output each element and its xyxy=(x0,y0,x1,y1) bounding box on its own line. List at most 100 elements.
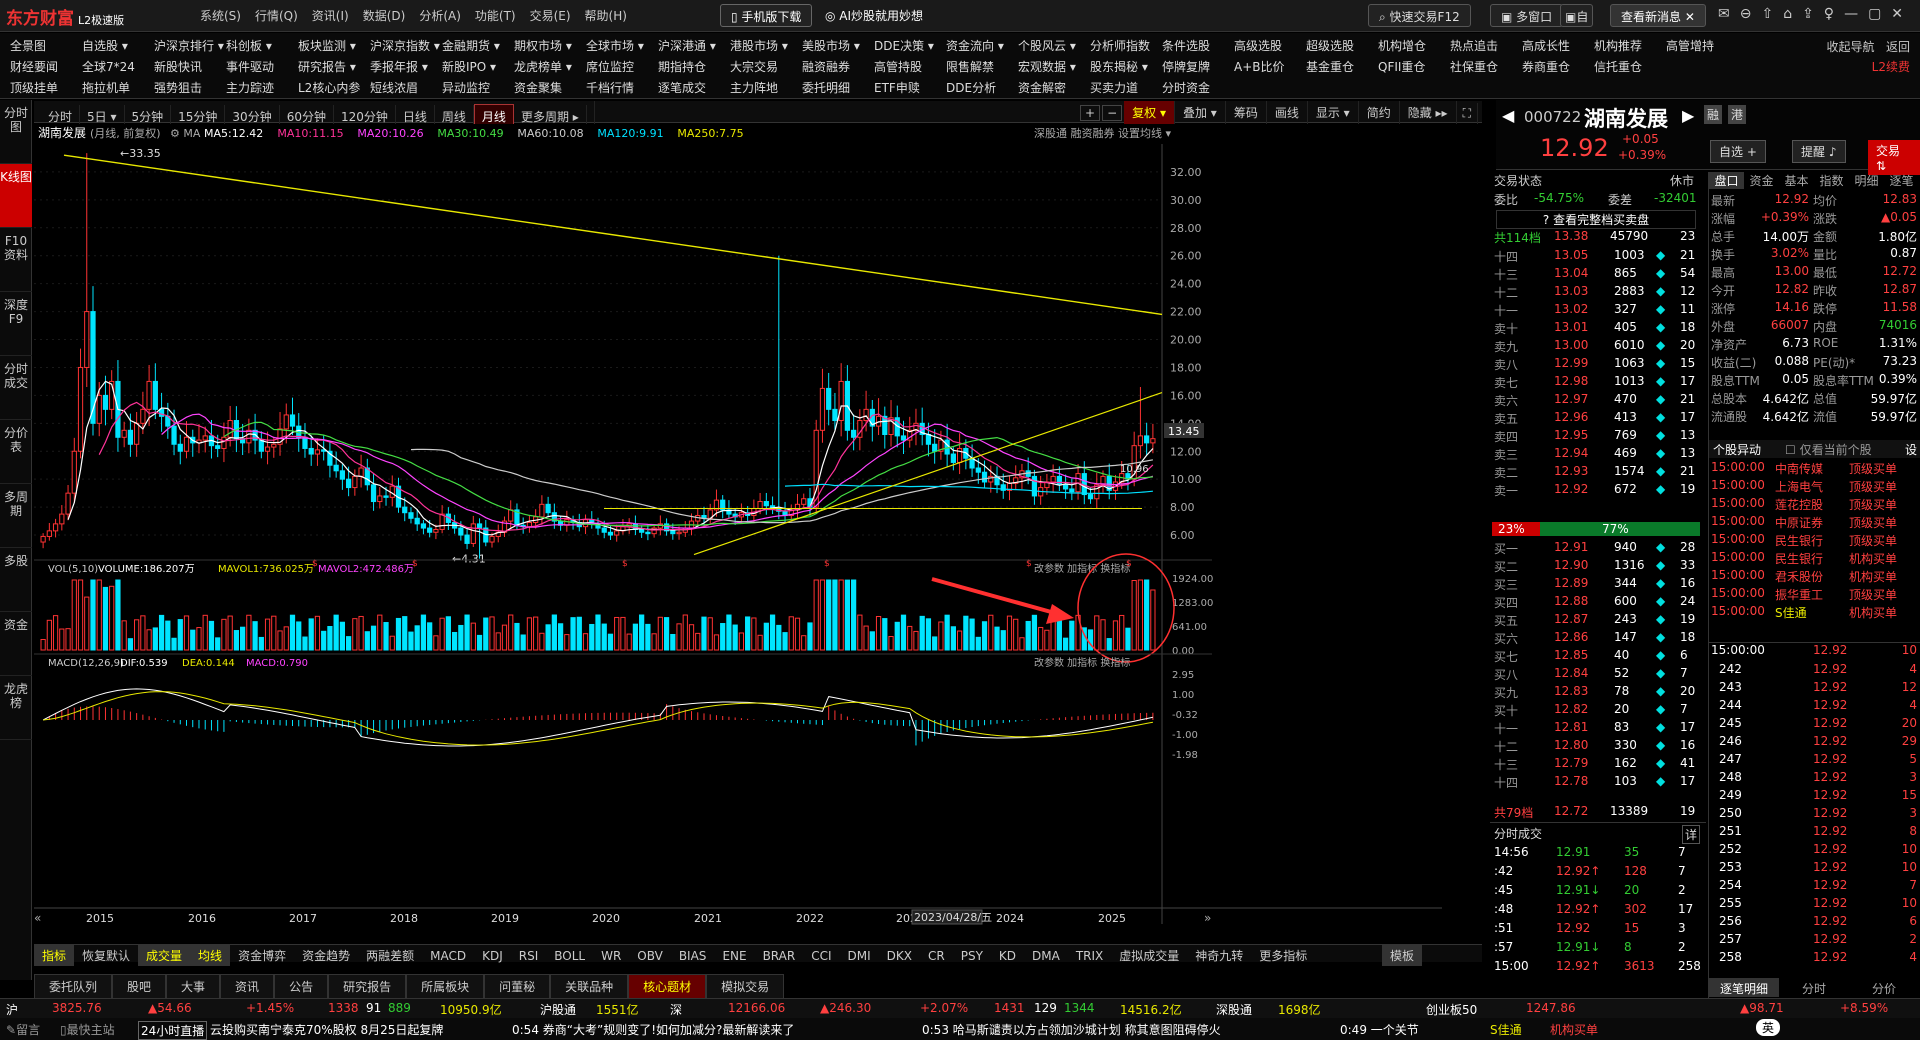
chart-tool-4[interactable]: 显示 ▾ xyxy=(1308,101,1359,124)
add-self-select-button[interactable]: 自选 + xyxy=(1710,140,1766,163)
menu-item-4[interactable]: 分析(A) xyxy=(419,7,461,24)
nav-row3-item-16[interactable]: 分时资金 xyxy=(1162,79,1234,96)
nav-row3-item-12[interactable]: ETF申赎 xyxy=(874,79,946,96)
menu-item-2[interactable]: 资讯(I) xyxy=(312,7,349,24)
nav-row2-item-21[interactable]: 券商重仓 xyxy=(1522,58,1594,75)
nav-row2-item-0[interactable]: 财经要闻 xyxy=(10,58,82,75)
chart-tool-1[interactable]: 叠加 ▾ xyxy=(1175,101,1226,124)
sidebar-item-7[interactable]: 多股 xyxy=(0,548,32,612)
next-stock-icon[interactable]: ▶ xyxy=(1682,106,1694,125)
nav-row1-item-17[interactable]: 高级选股 xyxy=(1234,37,1306,54)
ask-row[interactable]: 卖六 12.97 470 ◆ 21 xyxy=(1490,392,1700,410)
nav-row2-item-16[interactable]: 停牌复牌 xyxy=(1162,58,1234,75)
ask-row[interactable]: 十二 13.03 2883 ◆ 12 xyxy=(1490,284,1700,302)
chart-tool-3[interactable]: 画线 xyxy=(1267,101,1308,124)
indicator-tab-25[interactable]: 神奇九转 xyxy=(1187,945,1251,966)
indicator-tab-8[interactable]: KDJ xyxy=(474,947,511,965)
bid-row[interactable]: 买四 12.88 600 ◆ 24 xyxy=(1490,594,1700,612)
news-item-1[interactable]: 云投购买南宁泰克70%股权 8月25日起复牌 xyxy=(210,1021,443,1038)
bid-row[interactable]: 买一 12.91 940 ◆ 28 xyxy=(1490,540,1700,558)
nav-row3-item-2[interactable]: 强势狙击 xyxy=(154,79,226,96)
ask-row[interactable]: 卖一 12.92 672 ◆ 19 xyxy=(1490,482,1700,500)
indicator-tab-7[interactable]: MACD xyxy=(422,947,474,965)
indicator-tab-10[interactable]: BOLL xyxy=(546,947,593,965)
ask-row[interactable]: 卖八 12.99 1063 ◆ 15 xyxy=(1490,356,1700,374)
menu-item-6[interactable]: 交易(E) xyxy=(530,7,571,24)
nav-row1-item-15[interactable]: 分析师指数 xyxy=(1090,37,1162,54)
zhubi-tab-2[interactable]: 分价 xyxy=(1849,978,1919,997)
nav-row1-item-20[interactable]: 热点追击 xyxy=(1450,37,1522,54)
indicator-tab-0[interactable]: 指标 xyxy=(34,945,75,966)
bid-row[interactable]: 十四 12.78 103 ◆ 17 xyxy=(1490,774,1700,792)
nav-row1-item-2[interactable]: 沪深京排行 ▾ xyxy=(154,37,226,54)
sidebar-item-1[interactable]: K线图 xyxy=(0,164,32,228)
ime-indicator[interactable]: 英 xyxy=(1756,1019,1781,1036)
indicator-tab-21[interactable]: KD xyxy=(991,947,1024,965)
anomaly-row[interactable]: 15:00:00 莲花控股 顶级买单 xyxy=(1709,496,1920,514)
tick-detail-button[interactable]: 详 xyxy=(1682,825,1701,844)
bid-row[interactable]: 十三 12.79 162 ◆ 41 xyxy=(1490,756,1700,774)
nav-row3-item-3[interactable]: 主力踪迹 xyxy=(226,79,298,96)
kline-chart-area[interactable]: 湖南发展 (月线, 前复权) ⚙ MA MA5:12.42 MA10:11.15 MA20… xyxy=(34,124,1482,944)
trade-button[interactable]: 交易 ⇅ xyxy=(1868,140,1920,175)
anomaly-row[interactable]: 15:00:00 中南传媒 顶级买单 xyxy=(1709,460,1920,478)
chart-tool-2[interactable]: 筹码 xyxy=(1226,101,1267,124)
indicator-tab-14[interactable]: ENE xyxy=(714,947,754,965)
panel-tab-2[interactable]: 大事 xyxy=(166,974,221,999)
indicator-tab-5[interactable]: 资金趋势 xyxy=(294,945,358,966)
prev-stock-icon[interactable]: ◀ xyxy=(1502,106,1514,125)
window-controls[interactable]: ✉⊖⇧⌂⇪♀—▢✕ xyxy=(1718,6,1913,22)
anomaly-row[interactable]: 15:00:00 君禾股份 机构买单 xyxy=(1709,568,1920,586)
panel-tab-5[interactable]: 研究报告 xyxy=(328,974,407,999)
nav-row2-item-13[interactable]: 限售解禁 xyxy=(946,58,1018,75)
nav-row1-item-6[interactable]: 金融期货 ▾ xyxy=(442,37,514,54)
zoom-in-icon[interactable]: + xyxy=(1080,105,1101,121)
sidebar-item-5[interactable]: 分价表 xyxy=(0,420,32,484)
nav-row1-item-18[interactable]: 超级选股 xyxy=(1306,37,1378,54)
nav-row2-item-20[interactable]: 社保重仓 xyxy=(1450,58,1522,75)
nav-row1-item-14[interactable]: 个股风云 ▾ xyxy=(1018,37,1090,54)
nav-row3-item-15[interactable]: 买卖力道 xyxy=(1090,79,1162,96)
indicator-tab-17[interactable]: DMI xyxy=(840,947,879,965)
nav-row1-item-1[interactable]: 自选股 ▾ xyxy=(82,37,154,54)
new-message-button[interactable]: 查看新消息 ✕ xyxy=(1610,4,1706,27)
anomaly-row[interactable]: 15:00:00 S佳通 机构买单 xyxy=(1709,604,1920,622)
chart-tool-6[interactable]: 隐藏 ▸▸ xyxy=(1400,101,1457,124)
nav-row1-item-12[interactable]: DDE决策 ▾ xyxy=(874,37,946,54)
nav-row1-item-3[interactable]: 科创板 ▾ xyxy=(226,37,298,54)
nav-row3-item-9[interactable]: 逐笔成交 xyxy=(658,79,730,96)
indicator-tab-20[interactable]: PSY xyxy=(953,947,991,965)
ai-stock-button[interactable]: ◎ AI炒股就用妙想 xyxy=(815,4,933,27)
sidebar-item-3[interactable]: 深度F9 xyxy=(0,292,32,356)
bid-row[interactable]: 买六 12.86 147 ◆ 18 xyxy=(1490,630,1700,648)
nav-row2-item-8[interactable]: 席位监控 xyxy=(586,58,658,75)
indicator-tab-3[interactable]: 均线 xyxy=(190,945,231,966)
indicator-tab-9[interactable]: RSI xyxy=(511,947,547,965)
ask-row[interactable]: 十三 13.04 865 ◆ 54 xyxy=(1490,266,1700,284)
nav-row2-item-6[interactable]: 新股IPO ▾ xyxy=(442,58,514,75)
nav-row1-item-16[interactable]: 条件选股 xyxy=(1162,37,1234,54)
panel-tab-8[interactable]: 关联品种 xyxy=(550,974,629,999)
news-item-3[interactable]: 0:53 哈马斯谴责以方占领加沙城计划 称其意图阻碍停火 xyxy=(922,1021,1221,1038)
bid-row[interactable]: 买三 12.89 344 ◆ 16 xyxy=(1490,576,1700,594)
indicator-tab-15[interactable]: BRAR xyxy=(755,947,804,965)
mobile-download-button[interactable]: ▯ 手机版下载 xyxy=(720,4,813,27)
live-24h-link[interactable]: 24小时直播 xyxy=(138,1021,208,1040)
anomaly-row[interactable]: 15:00:00 振华重工 顶级买单 xyxy=(1709,586,1920,604)
zhubi-tab-0[interactable]: 逐笔明细 xyxy=(1709,978,1779,997)
indicator-tab-22[interactable]: DMA xyxy=(1024,947,1068,965)
nav-row1-item-5[interactable]: 沪深京指数 ▾ xyxy=(370,37,442,54)
quick-trade-button[interactable]: ⌕ 快速交易F12 xyxy=(1368,4,1471,27)
chart-tool-0[interactable]: 复权 ▾ xyxy=(1124,101,1175,124)
anomaly-settings-button[interactable]: 设 xyxy=(1905,441,1917,458)
menu-item-1[interactable]: 行情(Q) xyxy=(255,7,298,24)
menu-item-5[interactable]: 功能(T) xyxy=(475,7,516,24)
nav-row3-item-4[interactable]: L2核心内参 xyxy=(298,79,370,96)
ask-row[interactable]: 卖二 12.93 1574 ◆ 21 xyxy=(1490,464,1700,482)
sidebar-item-4[interactable]: 分时成交 xyxy=(0,356,32,420)
fullscreen-icon[interactable]: ⛶ xyxy=(1457,103,1478,124)
bid-row[interactable]: 买八 12.84 52 ◆ 7 xyxy=(1490,666,1700,684)
indicator-tab-23[interactable]: TRIX xyxy=(1068,947,1111,965)
sidebar-item-9[interactable]: 龙虎榜 xyxy=(0,676,32,740)
nav-row3-item-6[interactable]: 异动监控 xyxy=(442,79,514,96)
